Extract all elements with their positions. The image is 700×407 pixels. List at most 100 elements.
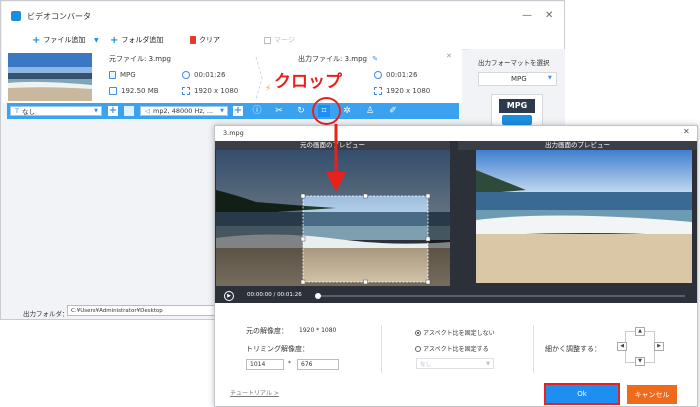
crop-annotation-label: クロップ xyxy=(274,72,342,92)
merge-label: マージ xyxy=(274,36,295,44)
minimize-button[interactable]: — xyxy=(522,10,532,21)
original-resolution-label: 元の解像度： xyxy=(246,327,288,335)
subtitle-icon: T xyxy=(15,107,19,115)
film-icon xyxy=(502,115,532,125)
edit-toolbar: T なし ▼ + ◁ mp2, 48000 Hz, ... ▼ + ⓘ ✂ ↻ … xyxy=(7,103,459,119)
source-resolution-value: 1920 x 1080 xyxy=(194,87,239,95)
toolbar: + ファイル追加 ▼ + フォルダ追加 クリア マージ xyxy=(2,30,564,50)
seek-track[interactable] xyxy=(317,295,685,297)
time-display: 00:00:00 / 00:01:26 xyxy=(247,292,302,298)
output-duration: 00:01:26 xyxy=(374,71,417,79)
output-format-title: 出力フォーマットを選択 xyxy=(478,59,550,67)
add-folder-button[interactable]: + フォルダ追加 xyxy=(110,34,163,46)
close-button[interactable]: ✕ xyxy=(545,10,553,21)
tutorial-link[interactable]: チュートリアル > xyxy=(230,388,279,397)
add-audio-button[interactable]: + xyxy=(233,106,243,116)
subtitle-select[interactable]: T なし ▼ xyxy=(10,106,102,116)
add-subtitle-button[interactable]: + xyxy=(108,106,118,116)
plus-icon: + xyxy=(110,34,119,46)
app-title: ビデオコンバータ xyxy=(27,12,91,21)
output-video-image xyxy=(476,150,692,283)
output-preview xyxy=(476,150,692,283)
dialog-title: 3.mpg xyxy=(223,129,244,137)
annotation-arrow xyxy=(325,124,347,194)
rotate-icon[interactable]: ↻ xyxy=(295,105,307,117)
file-icon xyxy=(109,71,116,79)
original-resolution-value: 1920 * 1080 xyxy=(299,327,337,334)
arrow-up-button[interactable]: ▲ xyxy=(635,327,645,336)
aspect-ratio-select[interactable]: なし ▼ xyxy=(416,358,494,369)
clear-button[interactable]: クリア xyxy=(190,34,220,46)
mpg-badge: MPG xyxy=(499,99,535,113)
radio-no-fixed-ratio[interactable]: アスペクト比を固定しない xyxy=(415,328,495,337)
output-resolution: 1920 x 1080 xyxy=(374,87,430,95)
aspect-ratio-select-value: なし xyxy=(420,361,432,368)
add-file-label: ファイル追加 xyxy=(43,36,86,44)
output-folder-path[interactable]: C:¥Users¥Administrator¥Desktop xyxy=(67,305,217,316)
edit-icon[interactable]: ✐ xyxy=(387,105,399,117)
file-row: 元ファイル: 3.mpg MPG 00:01:26 192.50 MB 1920… xyxy=(2,49,462,103)
source-resolution: 1920 x 1080 xyxy=(182,87,238,95)
output-duration-value: 00:01:26 xyxy=(386,71,418,79)
ok-button[interactable]: Ok xyxy=(544,383,620,405)
format-select-value: MPG xyxy=(511,75,527,83)
play-icon[interactable]: ▶ xyxy=(224,291,234,301)
arrow-down-button[interactable]: ▼ xyxy=(635,357,645,366)
watermark-icon[interactable]: ♙ xyxy=(364,105,376,117)
trash-icon xyxy=(190,36,196,44)
merge-icon xyxy=(264,36,271,44)
format-select[interactable]: MPG ▼ xyxy=(478,72,557,86)
seek-handle[interactable] xyxy=(315,293,321,299)
playback-controls: ▶ 00:00:00 / 00:01:26 xyxy=(215,289,697,303)
clock-icon xyxy=(374,71,382,79)
radio-dot xyxy=(415,329,421,336)
clear-label: クリア xyxy=(199,36,220,44)
crop-dialog: 3.mpg ✕ 元の画面のプレビュー 出力画面のプレビュー ▶ 00:00:00… xyxy=(214,125,698,407)
arrow-right-button[interactable]: ▶ xyxy=(654,342,664,351)
resolution-icon xyxy=(182,87,190,95)
mpg-format-icon[interactable]: MPG xyxy=(491,94,543,128)
cancel-button[interactable]: キャンセル xyxy=(627,385,677,404)
speaker-icon: ◁ xyxy=(145,107,150,115)
effects-icon[interactable]: ✲ xyxy=(341,105,353,117)
lightning-icon: ⚡ xyxy=(265,84,272,94)
title-bar: ビデオコンバータ — ✕ xyxy=(2,2,564,30)
audio-select-value: mp2, 48000 Hz, ... xyxy=(153,107,214,115)
output-folder-bar: 出力フォルダ： C:¥Users¥Administrator¥Desktop xyxy=(2,299,217,319)
right-preview-title: 出力画面のプレビュー xyxy=(458,141,697,150)
add-folder-label: フォルダ追加 xyxy=(121,36,164,44)
radio-no-fixed-ratio-label: アスペクト比を固定しない xyxy=(423,330,495,337)
cut-icon[interactable]: ✂ xyxy=(273,105,285,117)
output-resolution-value: 1920 x 1080 xyxy=(386,87,431,95)
add-file-button[interactable]: + ファイル追加 xyxy=(32,34,85,46)
caret-down-icon: ▼ xyxy=(94,36,99,44)
time-current: 00:00:00 xyxy=(247,292,272,298)
add-file-dropdown[interactable]: ▼ xyxy=(94,34,99,46)
pencil-icon[interactable]: ✎ xyxy=(372,55,378,63)
audio-track-select[interactable]: ◁ mp2, 48000 Hz, ... ▼ xyxy=(140,106,228,116)
source-format: MPG xyxy=(109,71,136,79)
fine-adjust-label: 細かく調整する： xyxy=(545,345,601,353)
beach-thumbnail-image xyxy=(8,53,92,101)
arrow-left-button[interactable]: ◀ xyxy=(617,342,627,351)
output-file-label: 出力ファイル: 3.mpg ✎ xyxy=(298,54,378,64)
divider xyxy=(533,325,534,373)
subtitle-select-value: なし xyxy=(21,108,35,116)
caret-down-icon: ▼ xyxy=(220,108,224,114)
dialog-close-button[interactable]: ✕ xyxy=(683,127,690,136)
source-format-value: MPG xyxy=(120,71,136,79)
time-separator: / xyxy=(273,292,276,298)
info-icon[interactable]: ⓘ xyxy=(251,105,263,117)
trim-resolution-label: トリミング解像度： xyxy=(246,345,309,353)
remove-file-icon[interactable]: ✕ xyxy=(446,52,452,60)
radio-dot xyxy=(415,345,421,352)
source-duration: 00:01:26 xyxy=(182,71,225,79)
resolution-icon xyxy=(374,87,382,95)
crop-width-input[interactable]: 1014 xyxy=(246,359,284,370)
output-file-text: 出力ファイル: 3.mpg xyxy=(298,55,367,63)
video-thumbnail[interactable] xyxy=(8,53,92,101)
radio-fixed-ratio[interactable]: アスペクト比を固定する xyxy=(415,344,489,353)
merge-button[interactable]: マージ xyxy=(264,34,295,46)
subtitle-settings-icon[interactable] xyxy=(124,106,134,116)
crop-height-input[interactable]: 676 xyxy=(297,359,339,370)
